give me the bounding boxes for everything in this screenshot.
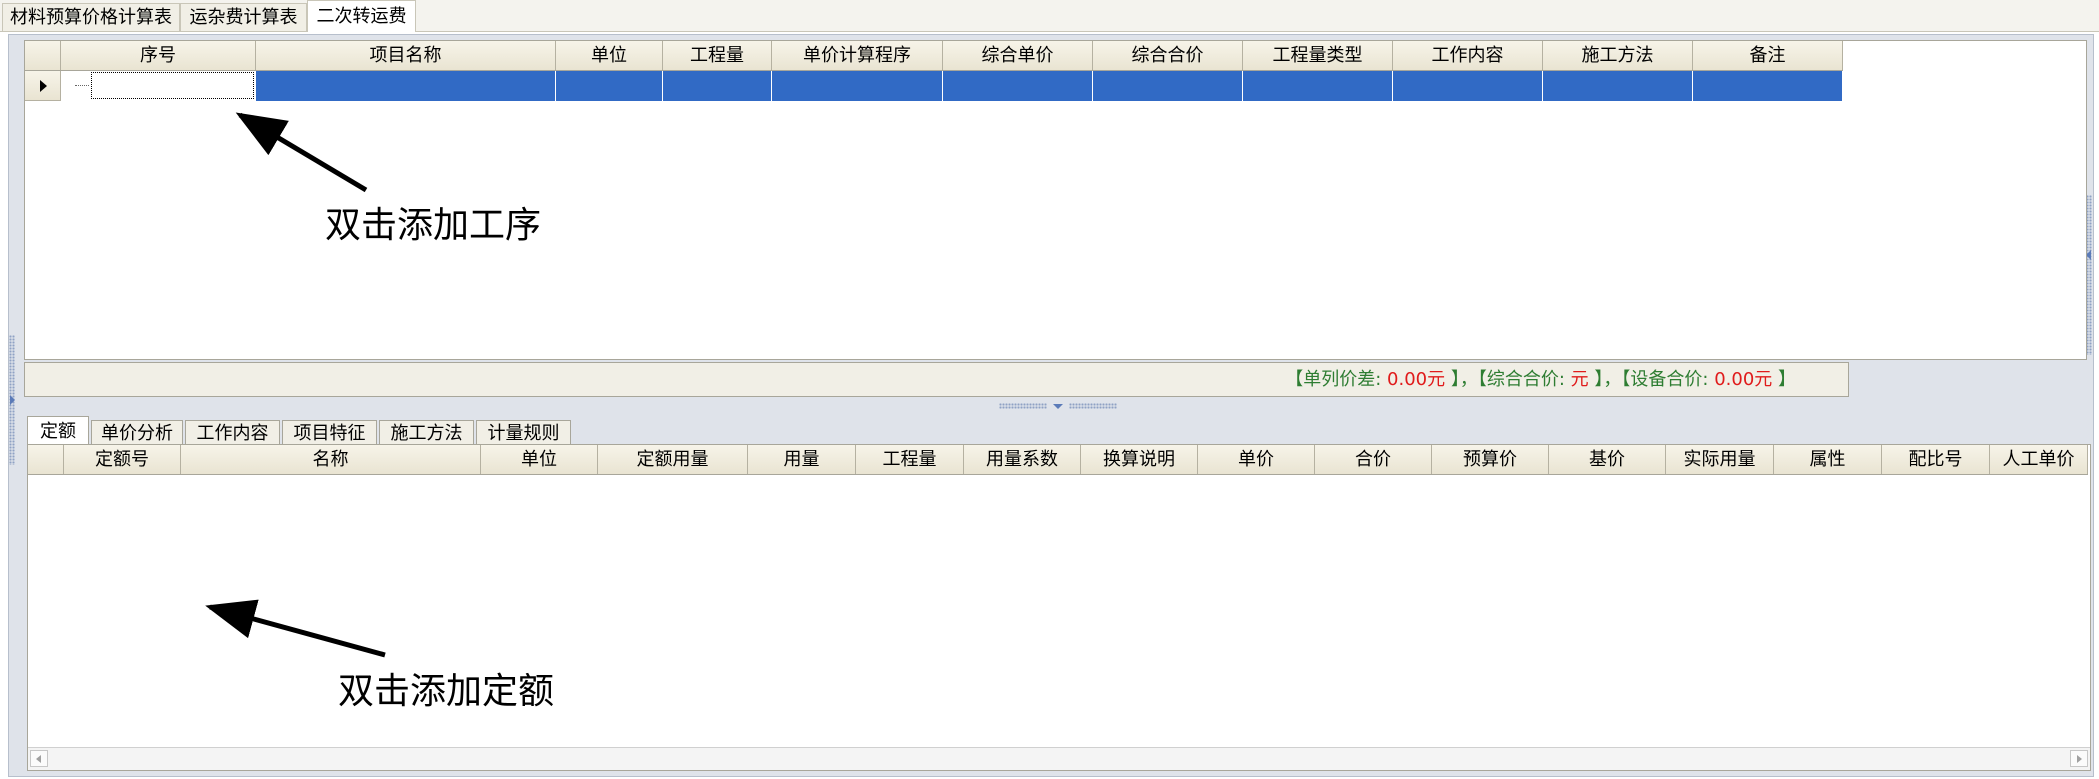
seq-edit-box[interactable] <box>91 72 254 99</box>
workspace: 序号 项目名称 单位 工程量 单价计算程序 综合单价 综合合价 工程量类型 工作… <box>8 34 2094 777</box>
col-header-work-content[interactable]: 工作内容 <box>1393 41 1543 70</box>
tab-label: 运杂费计算表 <box>189 7 298 28</box>
arrow-right-icon <box>2077 755 2082 763</box>
tab-work-content[interactable]: 工作内容 <box>185 420 280 446</box>
cell-remarks[interactable] <box>1693 71 1843 101</box>
equipment-total-label: 设备合价: <box>1630 369 1709 390</box>
composite-total-value: 元 <box>1570 369 1589 390</box>
tab-secondary-transfer[interactable]: 二次转运费 <box>307 0 416 32</box>
cell-composite-total[interactable] <box>1093 71 1243 101</box>
tab-label: 计量规则 <box>487 423 560 444</box>
col-header-construction-method[interactable]: 施工方法 <box>1543 41 1693 70</box>
bracket: 】 <box>1778 369 1796 390</box>
annotation-add-process: 双击添加工序 <box>325 205 542 246</box>
tab-label: 二次转运费 <box>316 6 407 27</box>
seq-cell[interactable] <box>61 71 256 101</box>
col-header-unit-price-program[interactable]: 单价计算程序 <box>772 41 943 70</box>
tab-label: 项目特征 <box>293 423 366 444</box>
tab-unit-price-analysis[interactable]: 单价分析 <box>91 420 183 446</box>
col-header-unit-price[interactable]: 单价 <box>1198 445 1315 474</box>
col-header-quantity[interactable]: 工程量 <box>663 41 772 70</box>
process-grid-header: 序号 项目名称 单位 工程量 单价计算程序 综合单价 综合合价 工程量类型 工作… <box>25 41 1843 71</box>
tab-freight-calc[interactable]: 运杂费计算表 <box>180 3 307 31</box>
col-header-labor-unit-price[interactable]: 人工单价 <box>1990 445 2088 474</box>
row-indicator-header <box>28 445 64 474</box>
summary-bar: 【单列价差: 0.00元 】，【综合合价: 元 】，【设备合价: 0.00元 】 <box>24 362 1849 397</box>
cell-unit-price-program[interactable] <box>772 71 943 101</box>
arrow-left-icon <box>36 755 41 763</box>
col-header-quantity[interactable]: 工程量 <box>856 445 964 474</box>
scroll-right-button[interactable] <box>2070 750 2088 767</box>
tab-label: 施工方法 <box>390 423 463 444</box>
tree-line <box>75 85 89 86</box>
col-header-usage-coefficient[interactable]: 用量系数 <box>964 445 1081 474</box>
bracket: 【 <box>1285 369 1304 390</box>
row-indicator-header <box>25 41 61 70</box>
price-diff-label: 单列价差: <box>1303 369 1382 390</box>
tab-construction-method[interactable]: 施工方法 <box>379 420 474 446</box>
cell-work-content[interactable] <box>1393 71 1543 101</box>
splitter-grip <box>999 403 1047 409</box>
tab-item-features[interactable]: 项目特征 <box>282 420 377 446</box>
col-header-total-price[interactable]: 合价 <box>1315 445 1432 474</box>
quota-grid[interactable]: 定额号 名称 单位 定额用量 用量 工程量 用量系数 换算说明 单价 合价 预算… <box>27 444 2091 771</box>
col-header-composite-unit-price[interactable]: 综合单价 <box>943 41 1093 70</box>
tab-quota[interactable]: 定额 <box>27 416 89 446</box>
row-indicator[interactable] <box>25 71 61 101</box>
col-header-conversion-note[interactable]: 换算说明 <box>1081 445 1198 474</box>
top-tab-bar: 材料预算价格计算表 运杂费计算表 二次转运费 <box>0 0 2099 32</box>
col-header-quota-usage[interactable]: 定额用量 <box>598 445 748 474</box>
bracket: 】 <box>1450 369 1460 390</box>
cell-quantity-type[interactable] <box>1243 71 1393 101</box>
col-header-base-price[interactable]: 基价 <box>1549 445 1666 474</box>
separator: ， <box>1603 369 1622 390</box>
collapse-down-icon[interactable] <box>1053 404 1063 409</box>
col-header-budget-price[interactable]: 预算价 <box>1432 445 1549 474</box>
col-header-quota-no[interactable]: 定额号 <box>64 445 181 474</box>
col-header-item-name[interactable]: 项目名称 <box>256 41 556 70</box>
composite-total-label: 综合合价: <box>1486 369 1565 390</box>
col-header-composite-total[interactable]: 综合合价 <box>1093 41 1243 70</box>
cell-composite-unit-price[interactable] <box>943 71 1093 101</box>
col-header-usage[interactable]: 用量 <box>748 445 856 474</box>
tab-measurement-rules[interactable]: 计量规则 <box>476 420 571 446</box>
tab-label: 材料预算价格计算表 <box>10 7 172 28</box>
horizontal-scrollbar[interactable] <box>28 747 2090 770</box>
annotation-add-quota: 双击添加定额 <box>338 671 555 712</box>
splitter-grip <box>1069 403 1117 409</box>
col-header-unit[interactable]: 单位 <box>481 445 598 474</box>
col-header-unit[interactable]: 单位 <box>556 41 663 70</box>
col-header-attribute[interactable]: 属性 <box>1774 445 1882 474</box>
quota-grid-header: 定额号 名称 单位 定额用量 用量 工程量 用量系数 换算说明 单价 合价 预算… <box>28 445 2088 475</box>
col-header-name[interactable]: 名称 <box>181 445 481 474</box>
horizontal-splitter[interactable] <box>999 402 1119 410</box>
col-header-actual-usage[interactable]: 实际用量 <box>1666 445 1774 474</box>
tab-label: 单价分析 <box>101 423 173 444</box>
price-diff-value: 0.00元 <box>1387 369 1446 390</box>
summary-text: 【单列价差: 0.00元 】，【综合合价: 元 】，【设备合价: 0.00元 】 <box>1285 363 1796 396</box>
cell-construction-method[interactable] <box>1543 71 1693 101</box>
cell-unit[interactable] <box>556 71 663 101</box>
table-row[interactable] <box>25 71 1843 101</box>
tab-label: 工作内容 <box>196 423 269 444</box>
equipment-total-value: 0.00元 <box>1714 369 1773 390</box>
col-header-remarks[interactable]: 备注 <box>1693 41 1843 70</box>
cell-quantity[interactable] <box>663 71 772 101</box>
col-header-mix-no[interactable]: 配比号 <box>1882 445 1990 474</box>
expand-left-icon[interactable] <box>10 395 15 405</box>
bracket: 【 <box>1477 369 1487 390</box>
col-header-quantity-type[interactable]: 工程量类型 <box>1243 41 1393 70</box>
separator: ， <box>1459 369 1478 390</box>
cell-item-name[interactable] <box>256 71 556 101</box>
tab-material-budget-price[interactable]: 材料预算价格计算表 <box>2 3 180 31</box>
tab-label: 定额 <box>40 421 76 442</box>
scroll-left-button[interactable] <box>30 750 48 767</box>
col-header-seq[interactable]: 序号 <box>61 41 256 70</box>
current-row-icon <box>40 80 47 92</box>
